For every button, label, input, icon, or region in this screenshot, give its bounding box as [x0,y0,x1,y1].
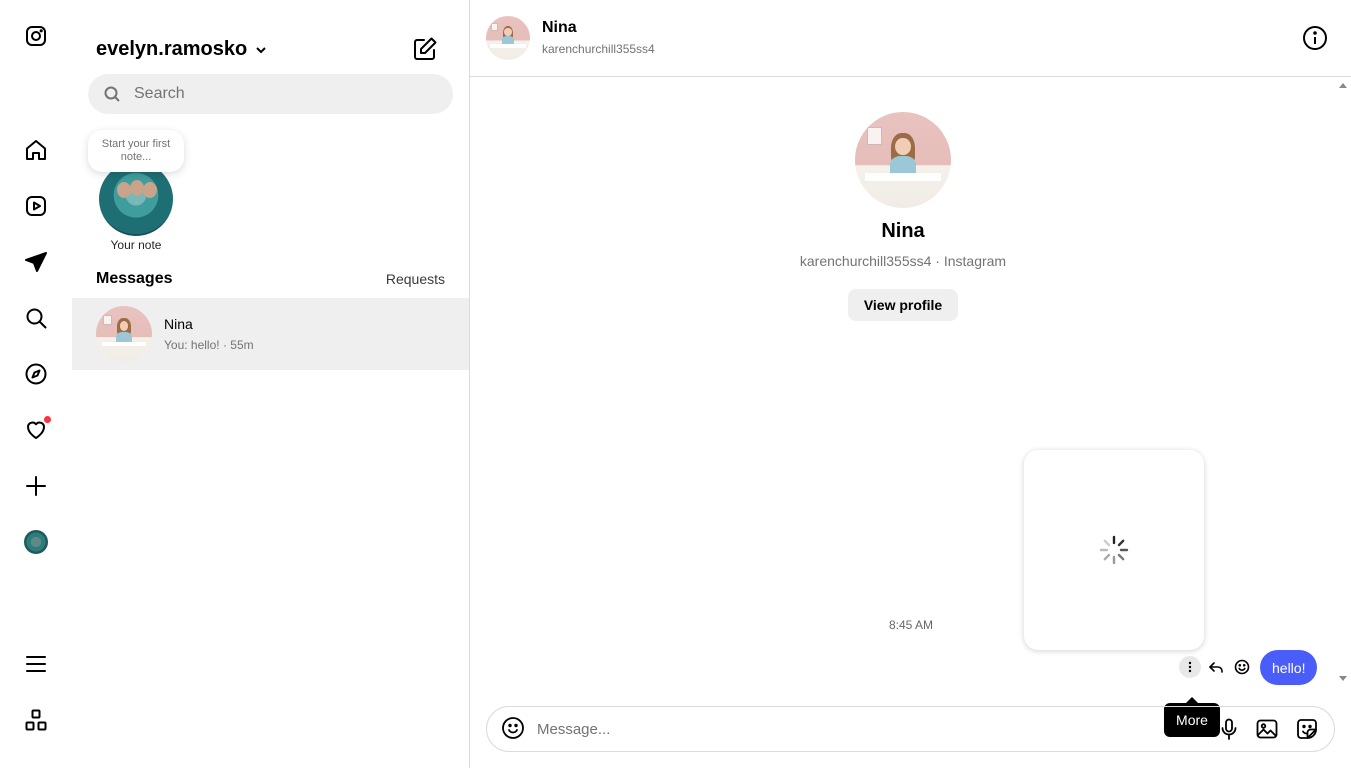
scroll-down-arrow-icon[interactable] [1338,674,1348,684]
conversation-info-button[interactable] [1302,25,1328,51]
note-label: Your note [110,238,162,252]
nav-rail [0,0,72,768]
emoji-icon [1234,659,1250,675]
message-actions [1179,656,1253,678]
profile-meta: karenchurchill355ss4 · Instagram [799,253,1007,269]
chat-header-name[interactable]: Nina [542,19,577,37]
profile-avatar[interactable] [22,528,50,556]
sticker-icon [1297,719,1317,739]
thread-name: Nina [164,316,193,332]
profile-summary: Nina karenchurchill355ss4 · Instagram Vi… [470,112,1336,321]
home-icon[interactable] [22,136,50,164]
note-avatar [99,162,173,236]
profile-avatar-large [855,112,951,208]
react-button[interactable] [1231,656,1253,678]
reply-icon [1209,662,1223,673]
thread-avatar [96,306,152,362]
search-icon[interactable] [22,304,50,332]
your-note[interactable]: Start your first note... Your note [88,130,184,256]
notifications-heart-icon[interactable] [22,415,52,444]
chevron-down-icon [256,46,266,53]
more-vertical-icon [1188,661,1192,673]
sticker-button[interactable] [1295,717,1321,743]
new-message-button[interactable] [412,36,438,62]
more-options-button[interactable] [1179,656,1201,678]
notification-dot [43,415,52,424]
image-icon [1256,719,1278,739]
conversations-panel: evelyn.ramosko Start your first note... … [72,0,470,768]
message-composer [486,706,1335,752]
requests-link[interactable]: Requests [386,271,445,287]
instagram-direct-app: evelyn.ramosko Start your first note... … [0,0,1351,768]
message-input[interactable] [537,720,1157,738]
emoji-picker-button[interactable] [501,716,527,742]
reels-icon[interactable] [22,192,50,220]
account-switcher[interactable]: evelyn.ramosko [96,38,267,61]
messages-title: Messages [96,270,173,287]
account-name: evelyn.ramosko [96,38,248,60]
view-profile-button[interactable]: View profile [847,289,959,321]
voice-message-button[interactable] [1217,717,1243,743]
instagram-logo-icon[interactable] [22,22,50,50]
chat-pane: Nina karenchurchill355ss4 Nina karenchur… [470,0,1351,768]
search-icon [104,86,120,102]
reply-button[interactable] [1205,656,1227,678]
compose-icon [414,37,437,60]
sent-message-bubble[interactable]: hello! [1260,650,1318,685]
microphone-icon [1221,718,1237,740]
thread-item-nina[interactable]: Nina You: hello! · 55m [72,298,469,370]
threads-apps-icon[interactable] [22,706,50,734]
add-photo-button[interactable] [1255,717,1281,743]
menu-icon[interactable] [22,650,50,678]
media-loading-card [1024,450,1204,650]
create-plus-icon[interactable] [22,472,50,500]
search-bar[interactable] [88,74,453,114]
message-timestamp: 8:45 AM [889,618,934,632]
loading-spinner-icon [1099,535,1129,565]
emoji-icon [502,717,524,739]
explore-icon[interactable] [22,360,50,388]
thread-preview: You: hello! · 55m [164,338,254,352]
scroll-up-arrow-icon[interactable] [1338,80,1348,90]
chat-header: Nina karenchurchill355ss4 [470,0,1351,77]
messages-header: Messages Requests [96,270,445,288]
profile-name: Nina [881,220,925,242]
chat-header-avatar[interactable] [486,16,530,60]
note-prompt-bubble[interactable]: Start your first note... [88,130,184,172]
chat-header-username: karenchurchill355ss4 [542,42,655,56]
search-input[interactable] [134,85,434,103]
messages-icon[interactable] [22,248,50,276]
info-icon [1303,26,1327,50]
